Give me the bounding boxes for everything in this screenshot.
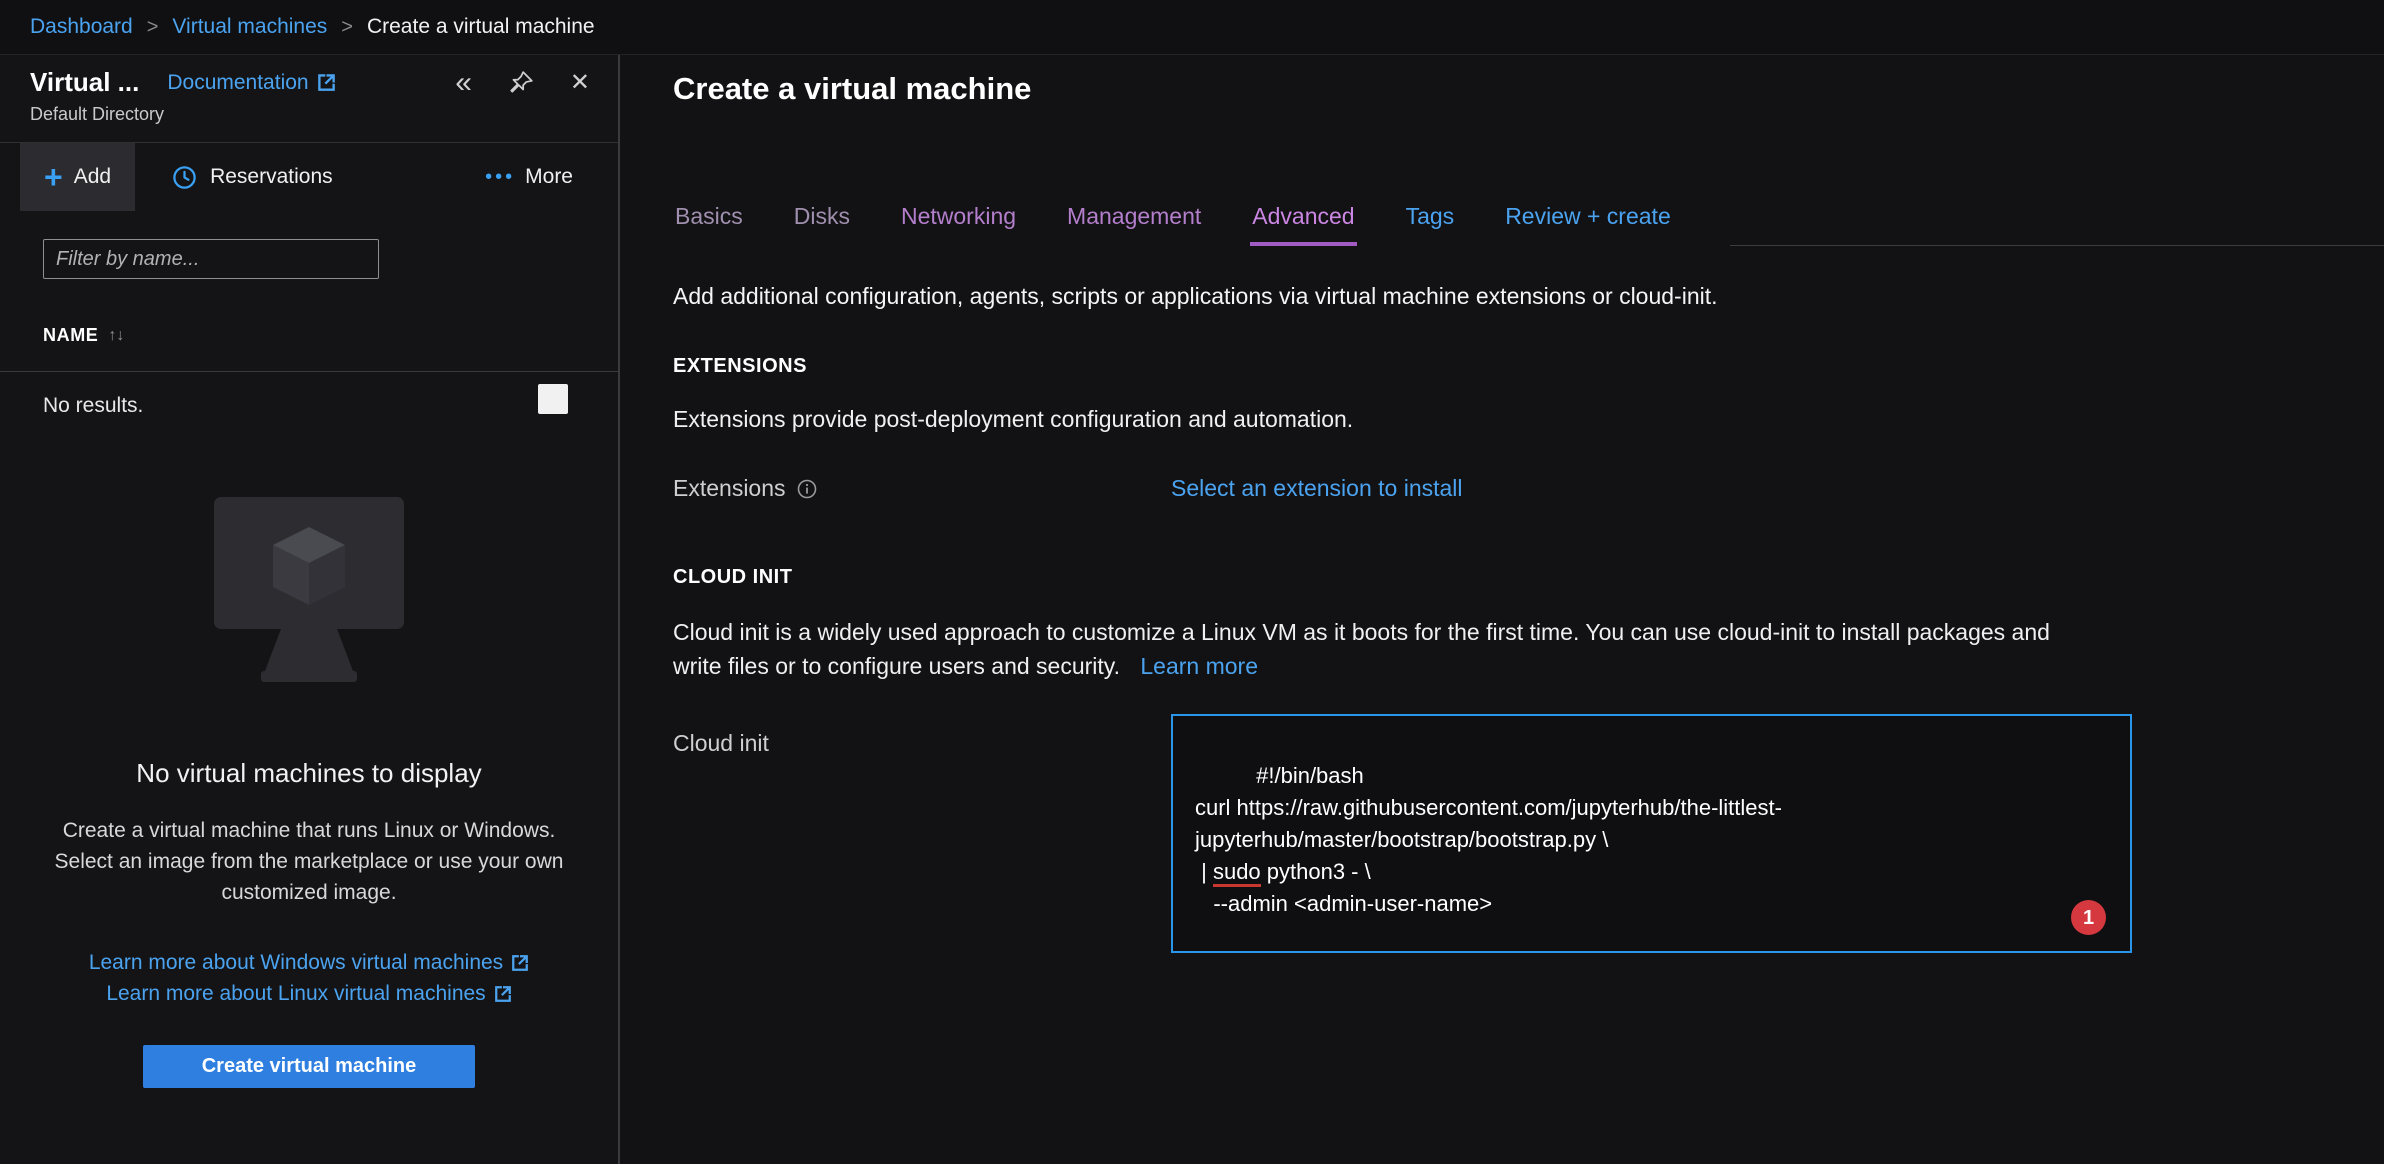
directory-subtitle: Default Directory	[30, 104, 590, 125]
tab-networking[interactable]: Networking	[899, 203, 1018, 246]
cloud-init-heading: CLOUD INIT	[673, 566, 2384, 589]
panel-toolbar: + Add Reservations ••• More	[0, 143, 618, 211]
ellipsis-icon: •••	[485, 166, 515, 189]
panel-header: Virtual ... Documentation « ✕ Default	[0, 55, 618, 143]
info-icon[interactable]	[797, 479, 817, 499]
learn-more-link[interactable]: Learn more	[1140, 653, 1258, 679]
empty-vm-monitor-illustration	[204, 495, 414, 695]
page-title: Create a virtual machine	[620, 55, 2384, 107]
extensions-field-row: Extensions Select an extension to instal…	[673, 475, 2384, 502]
page-layout: Virtual ... Documentation « ✕ Default	[0, 55, 2384, 1164]
tab-disks[interactable]: Disks	[792, 203, 852, 246]
select-extension-link[interactable]: Select an extension to install	[1171, 475, 1463, 502]
pin-icon[interactable]	[508, 70, 534, 96]
create-vm-content: Basics Disks Networking Management Advan…	[620, 203, 2384, 953]
add-button[interactable]: + Add	[20, 143, 135, 211]
create-virtual-machine-button[interactable]: Create virtual machine	[143, 1045, 475, 1088]
breadcrumb-dashboard[interactable]: Dashboard	[30, 15, 133, 39]
extensions-field-label: Extensions	[673, 475, 1171, 502]
breadcrumb-separator-icon: >	[341, 16, 353, 39]
reservations-button[interactable]: Reservations	[171, 164, 333, 191]
clock-icon	[171, 164, 198, 191]
advanced-tab-intro: Add additional configuration, agents, sc…	[673, 283, 2384, 310]
tab-strip: Basics Disks Networking Management Advan…	[673, 203, 2384, 246]
plus-icon: +	[44, 163, 63, 192]
empty-state-links: Learn more about Windows virtual machine…	[0, 947, 618, 1009]
cloud-init-field-label: Cloud init	[673, 714, 1171, 757]
tab-management[interactable]: Management	[1065, 203, 1203, 246]
panel-title: Virtual ...	[30, 67, 139, 98]
name-column-header[interactable]: NAME ↑↓	[43, 325, 618, 346]
breadcrumb: Dashboard > Virtual machines > Create a …	[0, 0, 2384, 55]
external-link-icon	[511, 954, 529, 972]
breadcrumb-separator-icon: >	[147, 16, 159, 39]
results-row: No results.	[0, 371, 618, 418]
extensions-description: Extensions provide post-deployment confi…	[673, 406, 2384, 433]
virtual-machines-panel: Virtual ... Documentation « ✕ Default	[0, 55, 620, 1164]
annotation-badge: 1	[2071, 900, 2106, 935]
collapse-panel-icon[interactable]: «	[455, 68, 472, 98]
cloud-init-description: Cloud init is a widely used approach to …	[673, 615, 2068, 683]
no-results-text: No results.	[43, 384, 143, 418]
external-link-icon	[317, 73, 336, 92]
external-link-icon	[494, 985, 512, 1003]
tab-review-create[interactable]: Review + create	[1503, 203, 1673, 246]
extensions-heading: EXTENSIONS	[673, 355, 2384, 378]
create-vm-pane: Create a virtual machine Basics Disks Ne…	[620, 55, 2384, 1164]
close-icon[interactable]: ✕	[570, 71, 590, 95]
documentation-link[interactable]: Documentation	[167, 71, 335, 95]
empty-state-description: Create a virtual machine that runs Linux…	[37, 815, 582, 908]
cloud-init-field-row: Cloud init #!/bin/bash curl https://raw.…	[673, 714, 2384, 953]
breadcrumb-virtual-machines[interactable]: Virtual machines	[172, 15, 327, 39]
tab-strip-rule	[1730, 245, 2384, 246]
learn-windows-vm-link[interactable]: Learn more about Windows virtual machine…	[89, 947, 503, 978]
filter-by-name-input[interactable]	[43, 239, 379, 279]
breadcrumb-current: Create a virtual machine	[367, 15, 595, 39]
empty-state-title: No virtual machines to display	[0, 758, 618, 789]
select-all-checkbox[interactable]	[538, 384, 568, 414]
tab-basics[interactable]: Basics	[673, 203, 745, 246]
learn-linux-vm-link[interactable]: Learn more about Linux virtual machines	[106, 978, 485, 1009]
cloud-init-textarea[interactable]: #!/bin/bash curl https://raw.githubuserc…	[1171, 714, 2132, 953]
tab-advanced[interactable]: Advanced	[1250, 203, 1356, 246]
sort-arrows-icon: ↑↓	[108, 327, 124, 345]
tab-tags[interactable]: Tags	[1404, 203, 1457, 246]
cloud-init-code: #!/bin/bash curl https://raw.githubuserc…	[1195, 763, 1782, 916]
more-button[interactable]: ••• More	[485, 165, 573, 189]
